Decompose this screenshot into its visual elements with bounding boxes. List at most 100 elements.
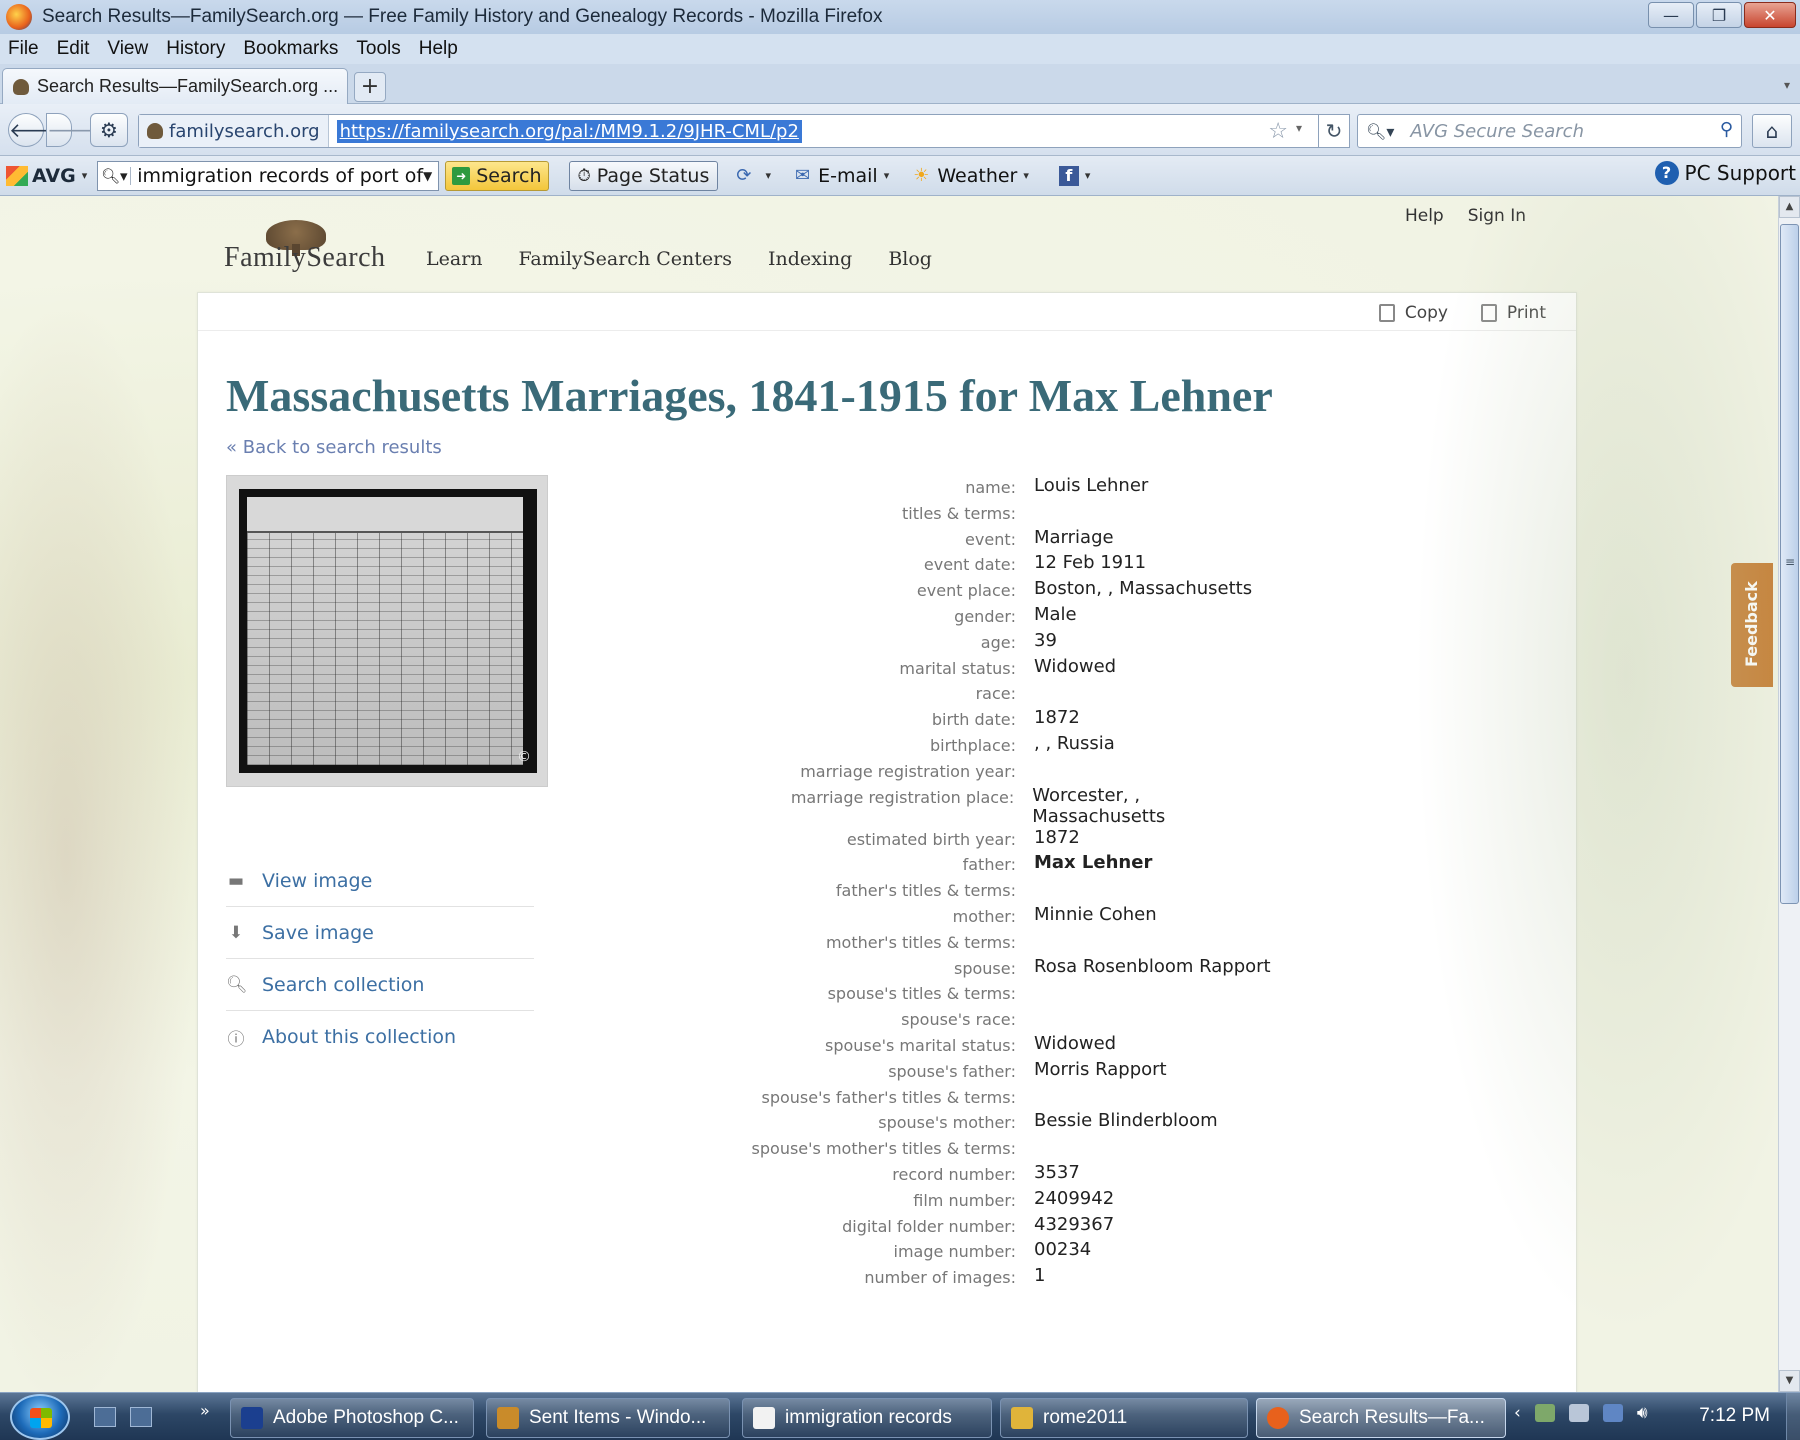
field-label: marriage registration year: (800, 761, 1016, 781)
record-field-row: father's titles & terms: (498, 878, 1278, 904)
menu-view[interactable]: View (107, 38, 148, 60)
field-label: gender: (954, 606, 1016, 626)
menu-bookmarks[interactable]: Bookmarks (243, 38, 338, 60)
address-bar[interactable]: familysearch.org https://familysearch.or… (138, 114, 1323, 148)
record-field-row: spouse's mother: Bessie Blinderbloom (498, 1110, 1278, 1136)
image-actions: ▬ View image ⬇ Save image 🔍︎ Search coll… (226, 855, 534, 1063)
menu-edit[interactable]: Edit (57, 38, 90, 60)
back-button[interactable]: 🡐 (8, 113, 63, 147)
reload-button[interactable]: ↻ (1318, 114, 1350, 148)
page-status-button[interactable]: ⏱ Page Status (568, 160, 719, 191)
avg-search-input[interactable]: 🔍︎▾ immigration records of port of ▼ (97, 160, 440, 191)
back-to-search-results-link[interactable]: « Back to search results (226, 437, 442, 458)
home-button[interactable]: ⌂ (1752, 114, 1792, 148)
url-text[interactable]: https://familysearch.org/pal:/MM9.1.2/9J… (336, 119, 802, 143)
sign-in-link[interactable]: Sign In (1468, 206, 1526, 226)
email-button[interactable]: ✉ E-mail ▾ (795, 165, 895, 187)
firefox-icon (1267, 1407, 1289, 1429)
query-dropdown-icon[interactable]: ▼ (423, 169, 432, 183)
field-value: 2409942 (1034, 1187, 1115, 1209)
facebook-icon[interactable]: f (1058, 165, 1079, 186)
taskbar-clock[interactable]: 7:12 PM (1699, 1405, 1770, 1427)
familysearch-logo[interactable]: FamilySearch (224, 220, 394, 273)
print-button[interactable]: Print (1480, 303, 1546, 323)
safely-remove-icon[interactable] (1568, 1404, 1589, 1422)
task-photoshop[interactable]: Adobe Photoshop C... (230, 1398, 474, 1438)
search-engine-icon[interactable]: 🔍︎▾ (1366, 122, 1394, 141)
about-collection-link[interactable]: ⓘ About this collection (226, 1011, 534, 1063)
add-ons-icon[interactable]: ⚙ (90, 113, 128, 147)
nav-blog[interactable]: Blog (888, 248, 932, 270)
tab-search-results[interactable]: Search Results—FamilySearch.org ... (2, 68, 348, 104)
menu-help[interactable]: Help (419, 38, 458, 60)
print-label: Print (1506, 303, 1546, 323)
show-desktop-button[interactable] (1786, 1393, 1800, 1440)
record-field-row: marital status: Widowed (498, 656, 1278, 682)
help-link[interactable]: Help (1405, 206, 1444, 226)
task-immigration-records[interactable]: immigration records (742, 1398, 992, 1438)
pc-support-button[interactable]: ? PC Support (1654, 161, 1796, 185)
windows-logo-icon (30, 1408, 52, 1428)
bookmark-star-icon[interactable]: ☆ (1268, 119, 1288, 144)
field-value[interactable]: Max Lehner (1034, 852, 1152, 873)
avg-logo[interactable]: AVG (6, 165, 76, 187)
nav-indexing[interactable]: Indexing (768, 248, 852, 270)
help-icon: ? (1654, 161, 1679, 185)
network-icon[interactable] (1534, 1404, 1555, 1422)
task-rome2011[interactable]: rome2011 (1000, 1398, 1248, 1438)
view-image-link[interactable]: ▬ View image (226, 855, 534, 907)
record-field-row: spouse's race: (498, 1007, 1278, 1033)
minimize-button[interactable]: — (1648, 2, 1694, 28)
avg-menu-chevron-icon[interactable]: ▾ (82, 169, 88, 182)
forward-button[interactable]: 🡒 (46, 113, 101, 147)
field-label: marriage registration place: (790, 787, 1015, 807)
search-input-placeholder[interactable]: AVG Secure Search (1410, 121, 1584, 142)
tray-expand-icon[interactable]: ‹ (1514, 1403, 1521, 1423)
task-firefox[interactable]: Search Results—Fa... (1256, 1398, 1506, 1438)
scroll-thumb[interactable]: ≡ (1780, 224, 1799, 904)
scroll-down-arrow-icon[interactable]: ▼ (1779, 1370, 1800, 1392)
explorer-quicklaunch-icon[interactable] (130, 1407, 152, 1427)
field-label: spouse's mother's titles & terms: (751, 1139, 1016, 1159)
avg-update-button[interactable]: ⟳ ▾ (736, 165, 777, 186)
record-field-row: birth date: 1872 (498, 707, 1278, 733)
volume-icon[interactable]: 🔊︎ (1637, 1403, 1648, 1423)
nav-familysearch-centers[interactable]: FamilySearch Centers (519, 248, 732, 270)
menu-tools[interactable]: Tools (356, 38, 400, 60)
scroll-up-arrow-icon[interactable]: ▲ (1779, 196, 1800, 218)
show-desktop-quicklaunch-icon[interactable] (94, 1407, 116, 1427)
quicklaunch-more-icon[interactable]: » (200, 1401, 210, 1420)
task-sent-items[interactable]: Sent Items - Windo... (486, 1398, 730, 1438)
avg-search-query[interactable]: immigration records of port of (137, 165, 423, 187)
facebook-chevron-icon[interactable]: ▾ (1085, 169, 1091, 182)
menu-file[interactable]: File (8, 38, 39, 60)
search-go-icon[interactable]: ⚲ (1720, 119, 1733, 140)
weather-button[interactable]: ☀ Weather ▾ (913, 165, 1035, 187)
history-dropdown-icon[interactable]: ▾ (1296, 121, 1302, 135)
display-icon[interactable] (1602, 1404, 1623, 1422)
maximize-button[interactable]: ❐ (1696, 2, 1742, 28)
field-label: father's titles & terms: (835, 881, 1016, 901)
site-identity-button[interactable]: familysearch.org (139, 115, 329, 147)
chevron-down-icon: ▾ (883, 169, 890, 182)
field-label: age: (980, 632, 1016, 652)
field-value: Rosa Rosenbloom Rapport (1034, 955, 1271, 977)
copy-icon (1378, 304, 1395, 322)
start-button[interactable] (10, 1394, 70, 1440)
new-tab-button[interactable]: + (354, 72, 386, 102)
search-bar[interactable]: 🔍︎▾ AVG Secure Search ⚲ (1357, 114, 1742, 148)
save-image-link[interactable]: ⬇ Save image (226, 907, 534, 959)
avg-search-button[interactable]: ➜ Search (445, 160, 549, 191)
nav-learn[interactable]: Learn (426, 248, 483, 270)
vertical-scrollbar[interactable]: ▲ ≡ ▼ (1778, 196, 1800, 1392)
menu-history[interactable]: History (166, 38, 225, 60)
search-collection-link[interactable]: 🔍︎ Search collection (226, 959, 534, 1011)
view-image-label: View image (262, 869, 373, 892)
page-status-label: Page Status (596, 164, 710, 187)
grip-icon: ≡ (1785, 555, 1796, 569)
field-label: number of images: (864, 1268, 1016, 1288)
close-button[interactable]: ✕ (1744, 2, 1796, 28)
tab-list-chevron-icon[interactable]: ▾ (1784, 78, 1790, 92)
feedback-tab[interactable]: Feedback (1731, 563, 1773, 687)
copy-button[interactable]: Copy (1378, 303, 1448, 323)
